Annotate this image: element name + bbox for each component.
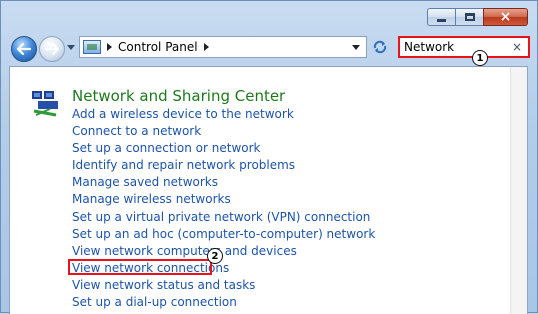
step-marker-2: 2 bbox=[207, 248, 223, 264]
search-box[interactable]: Network × bbox=[398, 36, 530, 58]
close-button[interactable]: × bbox=[483, 8, 528, 26]
link-connect-to-network[interactable]: Connect to a network bbox=[72, 123, 375, 140]
link-set-up-connection[interactable]: Set up a connection or network bbox=[72, 140, 375, 157]
maximize-icon bbox=[464, 13, 475, 21]
link-view-network-status[interactable]: View network status and tasks bbox=[72, 277, 375, 294]
breadcrumb-control-panel[interactable]: Control Panel bbox=[118, 40, 198, 54]
link-view-network-connections[interactable]: View network connections bbox=[72, 260, 375, 277]
back-arrow-icon bbox=[17, 43, 31, 55]
link-set-up-dial-up[interactable]: Set up a dial-up connection bbox=[72, 294, 375, 311]
control-panel-icon bbox=[83, 40, 101, 54]
link-add-wireless-device[interactable]: Add a wireless device to the network bbox=[72, 106, 375, 123]
explorer-window: × Control Panel Network × 1 Network and … bbox=[0, 0, 538, 314]
maximize-button[interactable] bbox=[455, 8, 483, 26]
link-identify-repair[interactable]: Identify and repair network problems bbox=[72, 157, 375, 174]
forward-arrow-icon bbox=[45, 43, 59, 55]
recent-pages-dropdown[interactable] bbox=[67, 45, 75, 50]
back-button[interactable] bbox=[11, 36, 37, 62]
search-input[interactable]: Network bbox=[400, 40, 512, 54]
link-manage-saved-networks[interactable]: Manage saved networks bbox=[72, 174, 375, 191]
link-set-up-vpn[interactable]: Set up a virtual private network (VPN) c… bbox=[72, 209, 375, 226]
link-manage-wireless-networks[interactable]: Manage wireless networks bbox=[72, 191, 375, 208]
address-dropdown[interactable] bbox=[352, 45, 360, 50]
refresh-button[interactable] bbox=[369, 36, 391, 58]
forward-button[interactable] bbox=[39, 36, 65, 62]
vertical-scrollbar[interactable] bbox=[510, 67, 527, 314]
link-set-up-ad-hoc[interactable]: Set up an ad hoc (computer-to-computer) … bbox=[72, 226, 375, 243]
address-bar[interactable]: Control Panel bbox=[79, 36, 367, 58]
close-icon: × bbox=[499, 9, 512, 25]
link-view-network-computers[interactable]: View network computers and devices bbox=[72, 243, 375, 260]
breadcrumb-separator-icon[interactable] bbox=[203, 43, 209, 51]
task-links: Add a wireless device to the network Con… bbox=[72, 106, 375, 311]
section-title[interactable]: Network and Sharing Center bbox=[72, 87, 285, 105]
clear-icon[interactable]: × bbox=[512, 40, 522, 54]
refresh-icon bbox=[373, 40, 387, 54]
network-icon bbox=[32, 91, 58, 117]
step-marker-1: 1 bbox=[472, 50, 488, 66]
breadcrumb-separator-icon[interactable] bbox=[107, 43, 112, 51]
results-pane: Network and Sharing Center Add a wireles… bbox=[9, 66, 528, 314]
caption-buttons: × bbox=[427, 8, 528, 26]
minimize-button[interactable] bbox=[427, 8, 455, 26]
minimize-icon bbox=[437, 18, 446, 22]
